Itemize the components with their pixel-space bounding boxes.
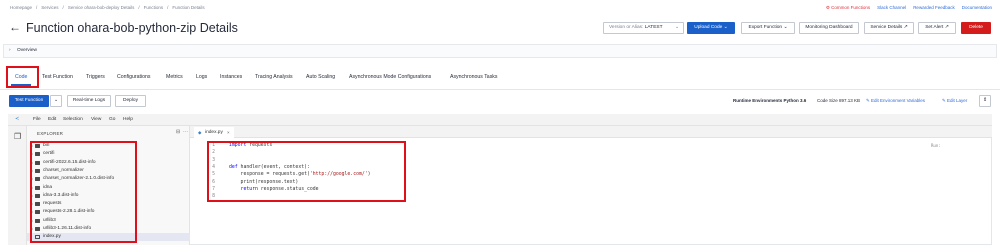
close-icon[interactable]: ×	[227, 127, 230, 138]
chevron-down-icon: ⌄	[674, 25, 679, 30]
breadcrumb-function-details: Function Details	[172, 5, 205, 10]
chevron-down-icon: ⌄	[723, 25, 728, 30]
test-options-dropdown[interactable]: ⌄	[50, 95, 62, 107]
breadcrumb-separator: /	[138, 5, 140, 10]
code-tab-highlight	[6, 66, 39, 88]
external-link-icon: ↗	[944, 25, 949, 30]
back-arrow-icon[interactable]: ←	[9, 21, 21, 33]
gear-icon: ⚙	[825, 5, 830, 10]
breadcrumb-separator: /	[167, 5, 169, 10]
fullscreen-button[interactable]: ⇕	[979, 95, 991, 107]
external-link-icon: ↗	[903, 25, 908, 30]
tab-instances[interactable]: Instances	[220, 74, 242, 80]
file-tree-highlight	[30, 141, 137, 243]
breadcrumb-homepage[interactable]: Homepage	[10, 5, 32, 10]
rewarded-feedback-link[interactable]: Rewarded Feedback	[913, 5, 955, 11]
runtime-label: Runtime Environments Python 3.6	[733, 98, 807, 103]
tab-configurations[interactable]: Configurations	[117, 74, 150, 80]
code-highlight	[207, 141, 406, 202]
menu-view[interactable]: View	[91, 114, 101, 126]
breadcrumb-functions[interactable]: Functions	[144, 5, 164, 10]
breadcrumb-separator: /	[36, 5, 38, 10]
tab-auto-scaling[interactable]: Auto Scaling	[306, 74, 335, 80]
explorer-header: EXPLORER	[37, 131, 64, 136]
breadcrumb-separator: /	[62, 5, 64, 10]
breadcrumb-service-details[interactable]: Service ohara-bob-deploy Details	[68, 5, 135, 10]
activity-bar: ❐	[8, 126, 27, 245]
tab-async-tasks[interactable]: Asynchronous Tasks	[450, 74, 497, 80]
editor-tab-label: index.py	[205, 130, 223, 135]
menu-file[interactable]: File	[33, 114, 41, 126]
chevron-down-icon: ⌄	[53, 98, 59, 103]
tab-triggers[interactable]: Triggers	[86, 74, 105, 80]
code-size-label: Code Size 897.13 KB	[817, 98, 861, 103]
page-title: Function ohara-bob-python-zip Details	[26, 21, 238, 35]
slack-channel-link[interactable]: Slack Channel	[877, 5, 906, 11]
top-links: ⚙ Common Functions Slack Channel Rewarde…	[826, 5, 992, 11]
fullscreen-icon: ⇕	[982, 98, 988, 103]
editor-tab-index-py[interactable]: ◆ index.py ×	[194, 127, 234, 138]
export-function-button[interactable]: Export Function ⌄	[741, 22, 795, 34]
upload-code-button[interactable]: Upload Code ⌄	[687, 22, 735, 34]
set-alert-button[interactable]: Set Alert ↗	[918, 22, 956, 34]
editor-tab-strip	[190, 126, 992, 138]
minimap: Run:	[931, 143, 941, 148]
documentation-link[interactable]: Documentation	[962, 5, 992, 11]
chevron-down-icon: ⌄	[783, 25, 788, 30]
tab-async-mode-configurations[interactable]: Asynchronous Mode Configurations	[349, 74, 431, 80]
collapse-all-icon[interactable]: ⊟	[176, 129, 180, 135]
realtime-logs-button[interactable]: Real-time Logs	[67, 95, 111, 107]
menu-go[interactable]: Go	[109, 114, 115, 126]
ide-menu-bar: ≺ File Edit Selection View Go Help	[8, 114, 992, 126]
service-details-button[interactable]: Service Details ↗	[864, 22, 914, 34]
monitoring-dashboard-button[interactable]: Monitoring Dashboard	[799, 22, 859, 34]
common-functions-link[interactable]: ⚙ Common Functions	[826, 5, 870, 11]
more-icon[interactable]: ⋯	[183, 129, 188, 135]
edit-icon: ✎	[942, 98, 946, 103]
top-bar: Homepage / Services / Service ohara-bob-…	[0, 0, 1000, 13]
python-file-icon: ◆	[198, 130, 202, 135]
menu-edit[interactable]: Edit	[48, 114, 56, 126]
edit-layer-link[interactable]: ✎ Edit Layer	[942, 98, 967, 104]
tab-test-function[interactable]: Test Function	[42, 74, 73, 80]
test-function-button[interactable]: Test Function	[9, 95, 49, 107]
breadcrumb-services[interactable]: Services	[41, 5, 58, 10]
menu-help[interactable]: Help	[123, 114, 133, 126]
tab-logs[interactable]: Logs	[196, 74, 207, 80]
tab-metrics[interactable]: Metrics	[166, 74, 183, 80]
chevron-right-icon: ›	[9, 48, 11, 53]
overview-section[interactable]: › Overview	[3, 44, 997, 58]
edit-icon: ✎	[866, 98, 870, 103]
deploy-button[interactable]: Deploy	[115, 95, 146, 107]
delete-button[interactable]: Delete	[961, 22, 991, 34]
edit-env-vars-link[interactable]: ✎ Edit Environment Variables	[866, 98, 925, 104]
function-tabs: Code Test Function Triggers Configuratio…	[0, 64, 1000, 90]
files-icon[interactable]: ❐	[14, 132, 21, 141]
overview-label: Overview	[17, 48, 37, 53]
tab-tracing-analysis[interactable]: Tracing Analysis	[255, 74, 293, 80]
menu-selection[interactable]: Selection	[63, 114, 83, 126]
breadcrumb: Homepage / Services / Service ohara-bob-…	[10, 5, 205, 10]
version-select[interactable]: Version or Alias: LATEST ⌄	[603, 22, 684, 34]
vscode-logo-icon: ≺	[15, 117, 20, 122]
